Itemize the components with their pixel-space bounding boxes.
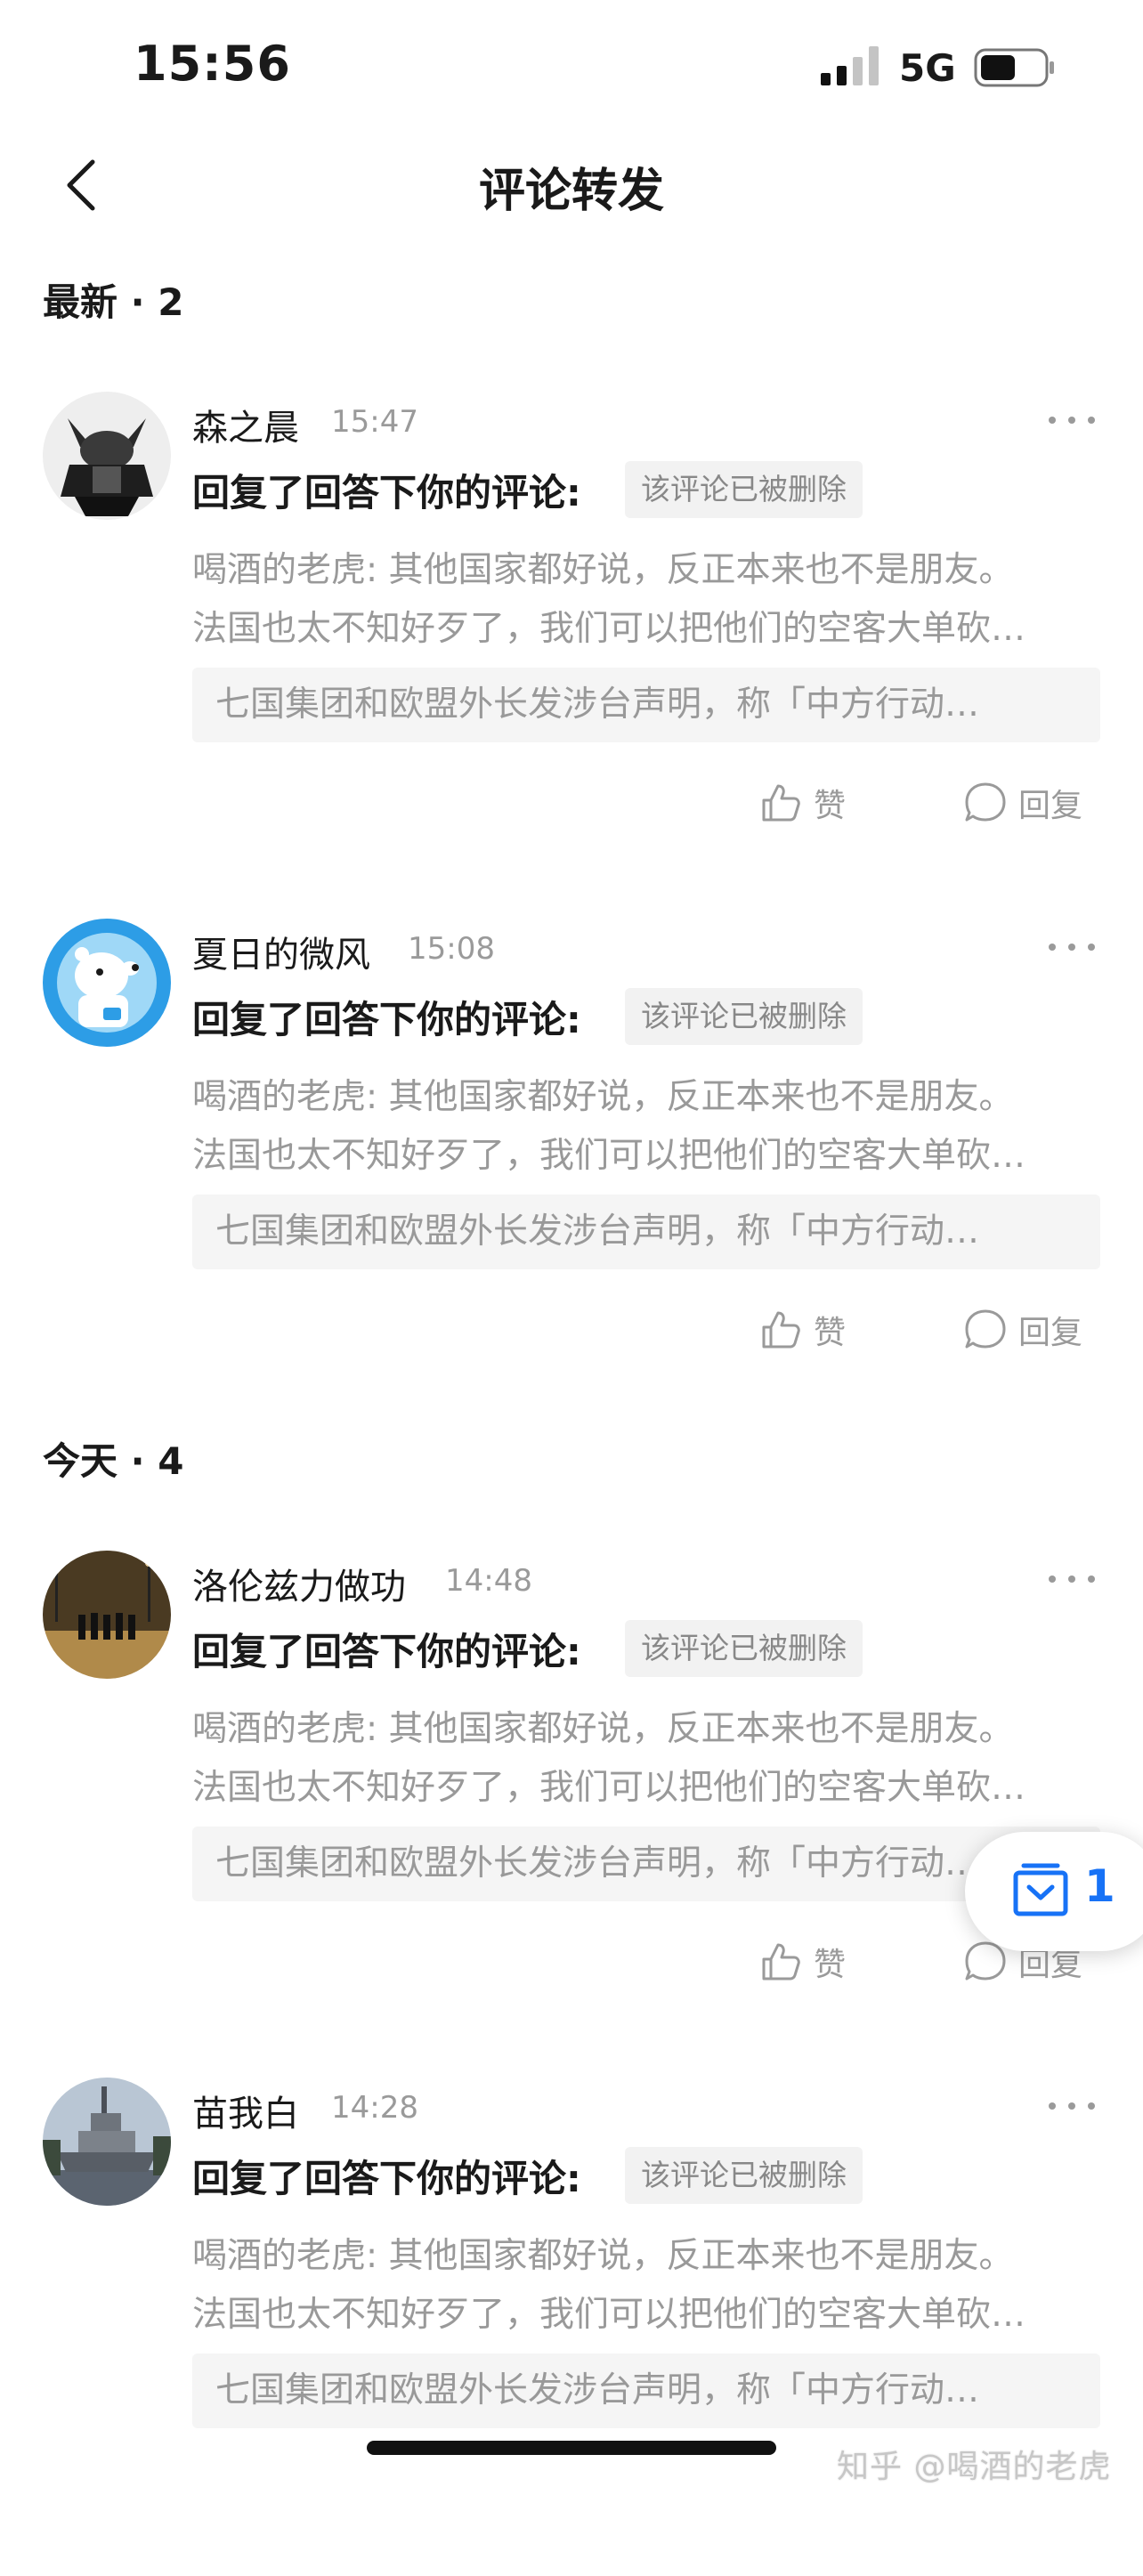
page-title: 评论转发 [478,165,664,218]
quote-line: 法国也太不知好歹了，我们可以把他们的空客大单砍… [192,609,1026,649]
more-options-icon[interactable] [1049,408,1097,433]
quote-line: 喝酒的老虎: 其他国家都好说，反正本来也不是朋友。 [192,1077,1014,1117]
floating-inbox-button[interactable]: 1 [965,1832,1143,1951]
comment-item: 苗我白 14:28 回复了回答下你的评论: 该评论已被删除 喝酒的老虎: 其他国… [0,2078,1143,2576]
more-options-icon[interactable] [1049,1567,1097,1592]
deleted-comment-tag: 该评论已被删除 [625,988,863,1045]
quote-line: 法国也太不知好歹了，我们可以把他们的空客大单砍… [192,1768,1026,1808]
comment-time: 15:47 [331,404,418,440]
watermark: 知乎 @喝酒的老虎 [837,2449,1112,2485]
quote-line: 喝酒的老虎: 其他国家都好说，反正本来也不是朋友。 [192,550,1014,590]
quote-line: 法国也太不知好歹了，我们可以把他们的空客大单砍… [192,1136,1026,1176]
quoted-comment[interactable]: 喝酒的老虎: 其他国家都好说，反正本来也不是朋友。 法国也太不知好歹了，我们可以… [192,541,1100,659]
source-question-link[interactable]: 七国集团和欧盟外长发涉台声明，称「中方行动… [192,1827,1100,1901]
source-question-link[interactable]: 七国集团和欧盟外长发涉台声明，称「中方行动… [192,2353,1100,2428]
comment-item: 夏日的微风 15:08 回复了回答下你的评论: 该评论已被删除 喝酒的老虎: 其… [0,919,1143,1417]
quoted-comment[interactable]: 喝酒的老虎: 其他国家都好说，反正本来也不是朋友。 法国也太不知好歹了，我们可以… [192,2227,1100,2345]
thumbs-up-icon [762,1943,800,1981]
reply-notice: 回复了回答下你的评论: [192,2157,581,2200]
polar-bear-icon [43,919,171,1047]
inbox-icon [1013,1863,1068,1916]
like-label: 赞 [814,788,847,824]
source-question-link[interactable]: 七国集团和欧盟外长发涉台声明，称「中方行动… [192,1195,1100,1269]
like-button[interactable]: 赞 [758,776,846,830]
more-options-icon[interactable] [1049,935,1097,960]
cell-signal-icon [821,46,879,85]
comment-time: 14:48 [445,1563,532,1599]
deleted-comment-tag: 该评论已被删除 [625,461,863,518]
comment-time: 15:08 [408,931,495,967]
samurai-helmet-icon [43,392,171,520]
avatar[interactable] [43,2078,171,2206]
reply-notice: 回复了回答下你的评论: [192,471,581,514]
battery-icon [974,48,1054,87]
quoted-comment[interactable]: 喝酒的老虎: 其他国家都好说，反正本来也不是朋友。 法国也太不知好歹了，我们可以… [192,1700,1100,1818]
group-photo-icon [43,1551,171,1679]
thumbs-up-icon [762,1311,800,1349]
reply-notice: 回复了回答下你的评论: [192,1630,581,1673]
reply-button[interactable]: 回复 [963,776,1082,830]
like-button[interactable]: 赞 [758,1303,846,1357]
status-time: 15:56 [134,36,291,92]
comment-item: 森之晨 15:47 回复了回答下你的评论: 该评论已被删除 喝酒的老虎: 其他国… [0,392,1143,890]
avatar[interactable] [43,919,171,1047]
quoted-comment[interactable]: 喝酒的老虎: 其他国家都好说，反正本来也不是朋友。 法国也太不知好歹了，我们可以… [192,1068,1100,1186]
like-button[interactable]: 赞 [758,1935,846,1989]
commenter-name[interactable]: 森之晨 [192,399,299,450]
commenter-name[interactable]: 苗我白 [192,2085,299,2136]
deleted-comment-tag: 该评论已被删除 [625,2147,863,2204]
reply-button[interactable]: 回复 [963,1303,1082,1357]
network-type: 5G [899,46,956,90]
reply-label: 回复 [1018,1315,1083,1351]
like-label: 赞 [814,1315,847,1351]
like-label: 赞 [814,1947,847,1983]
avatar[interactable] [43,1551,171,1679]
comment-item: 洛伦兹力做功 14:48 回复了回答下你的评论: 该评论已被删除 喝酒的老虎: … [0,1551,1143,2049]
inbox-count: 1 [1084,1860,1115,1912]
comment-time: 14:28 [331,2090,418,2126]
home-indicator[interactable] [367,2441,776,2455]
quote-line: 法国也太不知好歹了，我们可以把他们的空客大单砍… [192,2295,1026,2335]
more-options-icon[interactable] [1049,2094,1097,2118]
source-question-link[interactable]: 七国集团和欧盟外长发涉台声明，称「中方行动… [192,668,1100,742]
quote-line: 喝酒的老虎: 其他国家都好说，反正本来也不是朋友。 [192,1709,1014,1749]
thumbs-up-icon [762,784,800,822]
commenter-name[interactable]: 夏日的微风 [192,926,370,977]
speech-bubble-icon [965,782,1006,822]
section-header-today: 今天 · 4 [43,1439,184,1483]
speech-bubble-icon [965,1309,1006,1349]
section-header-latest: 最新 · 2 [43,280,184,324]
reply-label: 回复 [1018,788,1083,824]
quote-line: 喝酒的老虎: 其他国家都好说，反正本来也不是朋友。 [192,2236,1014,2276]
commenter-name[interactable]: 洛伦兹力做功 [192,1558,406,1609]
warship-icon [43,2078,171,2206]
avatar[interactable] [43,392,171,520]
reply-notice: 回复了回答下你的评论: [192,998,581,1041]
deleted-comment-tag: 该评论已被删除 [625,1620,863,1677]
